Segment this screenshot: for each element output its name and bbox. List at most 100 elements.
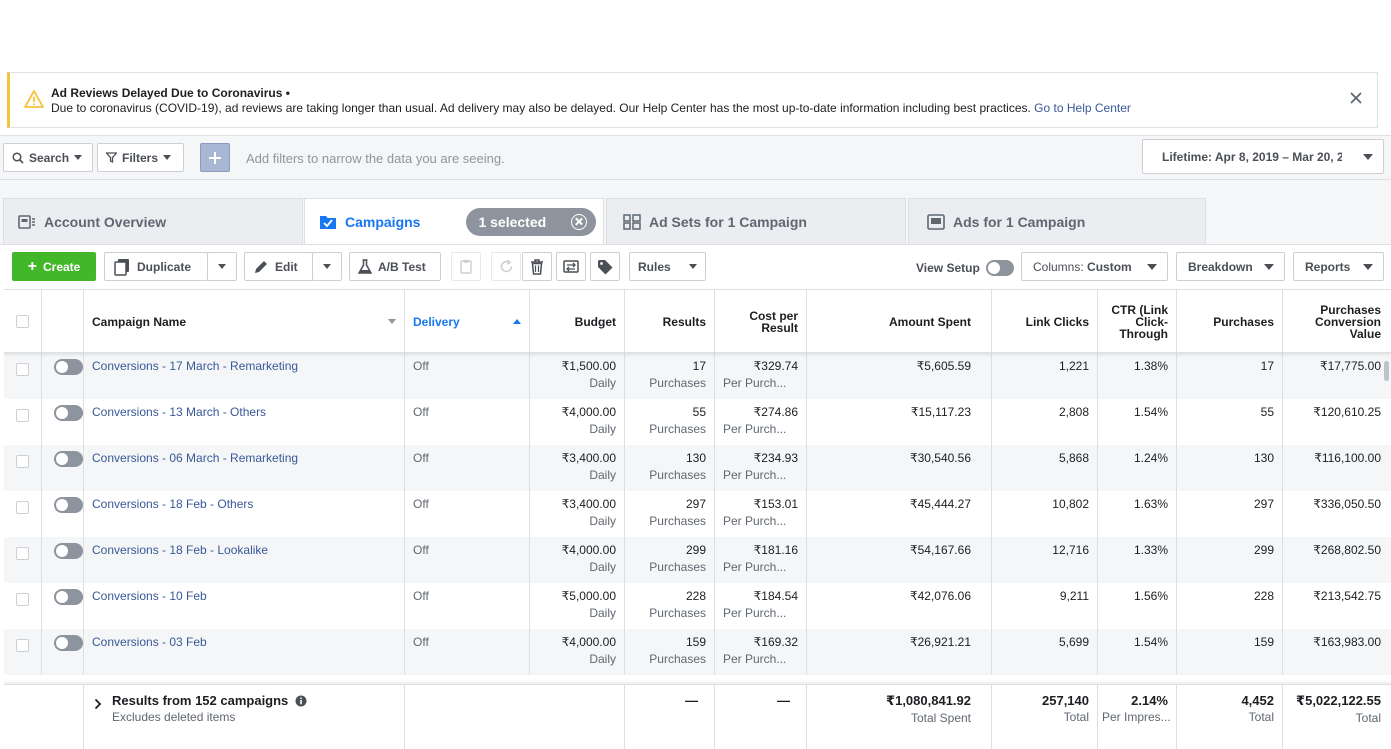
edit-dropdown[interactable] [312,252,342,281]
footer-ctr: 2.14% Per Impres... [1098,685,1177,749]
view-setup-toggle[interactable] [985,260,1014,276]
campaign-on-off-toggle[interactable] [54,451,83,467]
col-results[interactable]: Results [625,290,715,353]
col-campaign-name[interactable]: Campaign Name [84,290,405,353]
budget-value: ₹4,000.00 [561,635,616,649]
search-label: Search [29,150,70,165]
value-value: ₹268,802.50 [1313,543,1381,557]
col-budget[interactable]: Budget [530,290,625,353]
campaign-on-off-toggle[interactable] [54,497,83,513]
tab-ad-sets[interactable]: Ad Sets for 1 Campaign [606,198,906,244]
campaign-name-link[interactable]: Conversions - 18 Feb - Others [92,497,396,511]
refresh-button[interactable] [491,252,521,281]
results-cell: 228 Purchases [625,583,715,629]
paste-button[interactable] [451,252,481,281]
col-ctr[interactable]: CTR (Link Click-Through [1098,290,1177,353]
campaign-on-off-toggle[interactable] [54,359,83,375]
table-row[interactable]: Conversions - 17 March - Remarketing Off ₹… [4,353,1391,399]
table-row[interactable]: Conversions - 18 Feb - Lookalike Off ₹4,00… [4,537,1391,583]
duplicate-button[interactable]: Duplicate [104,252,208,281]
campaign-name-link[interactable]: Conversions - 18 Feb - Lookalike [92,543,396,557]
help-center-link[interactable]: Go to Help Center [1034,101,1131,115]
move-button[interactable] [556,252,586,281]
table-row[interactable]: Conversions - 03 Feb Off ₹4,000.00 Daily 159… [4,629,1391,675]
duplicate-label: Duplicate [137,259,192,274]
purchases-cell: 159 [1177,629,1283,675]
date-range-picker[interactable]: Lifetime: Apr 8, 2019 – Mar 20, 2 [1142,139,1384,174]
row-checkbox[interactable] [16,547,29,560]
row-checkbox[interactable] [16,363,29,376]
delivery-cell: Off [405,583,530,629]
col-cost-per-result[interactable]: Cost per Result [715,290,807,353]
row-checkbox[interactable] [16,639,29,652]
delivery-status: Off [413,497,429,511]
campaign-name-link[interactable]: Conversions - 06 March - Remarketing [92,451,396,465]
chevron-right-icon[interactable] [94,698,102,710]
value-value: ₹120,610.25 [1313,405,1381,419]
add-filter-button[interactable] [200,143,230,172]
campaign-name-link[interactable]: Conversions - 10 Feb [92,589,396,603]
filter-bar: Search Filters Add filters to narrow the… [0,135,1391,180]
spent-value: ₹5,605.59 [916,359,971,373]
col-amount-spent[interactable]: Amount Spent [807,290,992,353]
budget_type-label: Daily [589,376,616,390]
campaign-on-off-toggle[interactable] [54,589,83,605]
selected-count-pill[interactable]: 1 selected [466,207,597,236]
tab-ads[interactable]: Ads for 1 Campaign [908,198,1206,244]
campaign-on-off-toggle[interactable] [54,635,83,651]
clear-selection-icon[interactable] [571,213,588,230]
create-button[interactable]: + Create [12,252,96,281]
campaign-on-off-toggle[interactable] [54,405,83,421]
col-purchases-value[interactable]: Purchases Conversion Value [1283,290,1389,353]
spent-value: ₹54,167.66 [909,543,971,557]
duplicate-dropdown[interactable] [207,252,237,281]
tag-button[interactable] [590,252,620,281]
select-all-checkbox[interactable] [16,315,29,328]
row-checkbox[interactable] [16,593,29,606]
breakdown-button[interactable]: Breakdown [1176,252,1285,281]
ctr-value: 1.56% [1133,589,1168,603]
table-row[interactable]: Conversions - 10 Feb Off ₹5,000.00 Daily 228… [4,583,1391,629]
col-link-clicks[interactable]: Link Clicks [992,290,1098,353]
col-purchases[interactable]: Purchases [1177,290,1283,353]
table-row[interactable]: Conversions - 06 March - Remarketing Off ₹… [4,445,1391,491]
info-icon[interactable] [295,695,307,707]
footer-spent-value: ₹1,080,841.92 [886,693,971,708]
row-checkbox[interactable] [16,409,29,422]
col-delivery[interactable]: Delivery [405,290,530,353]
purchases-value: 17 [1260,359,1274,373]
cpr-cell: ₹274.86 Per Purch... [715,399,807,445]
tab-campaigns[interactable]: Campaigns 1 selected [304,198,604,244]
close-icon[interactable] [1349,91,1363,105]
view-setup: View Setup [916,260,1014,276]
filters-button[interactable]: Filters [97,143,184,172]
toggle-column-header [42,290,84,353]
tab-account-overview[interactable]: Account Overview [3,198,303,244]
rules-button[interactable]: Rules [629,252,706,281]
columns-prefix: Columns: [1033,259,1084,274]
delete-button[interactable] [522,252,552,281]
clicks-value: 12,716 [1052,543,1089,557]
ctr-cell: 1.54% [1098,629,1177,675]
edit-button[interactable]: Edit [244,252,313,281]
delivery-status: Off [413,589,429,603]
columns-button[interactable]: Columns: Custom [1021,252,1168,281]
campaign-on-off-toggle[interactable] [54,543,83,559]
reports-button[interactable]: Reports [1293,252,1384,281]
ab-test-button[interactable]: A/B Test [349,252,441,281]
clicks-cell: 5,699 [992,629,1098,675]
footer-value-total: ₹5,022,122.55 [1296,693,1381,708]
purchases-value: 299 [1253,543,1274,557]
row-checkbox[interactable] [16,501,29,514]
campaign-name-link[interactable]: Conversions - 03 Feb [92,635,396,649]
clicks-cell: 10,802 [992,491,1098,537]
search-button[interactable]: Search [3,143,93,172]
ctr-cell: 1.24% [1098,445,1177,491]
row-checkbox[interactable] [16,455,29,468]
chevron-down-icon [1363,153,1373,160]
table-row[interactable]: Conversions - 13 March - Others Off ₹4,000… [4,399,1391,445]
table-row[interactable]: Conversions - 18 Feb - Others Off ₹3,400.0… [4,491,1391,537]
campaign-name-link[interactable]: Conversions - 17 March - Remarketing [92,359,396,373]
table-scrollbar[interactable] [1384,361,1389,381]
campaign-name-link[interactable]: Conversions - 13 March - Others [92,405,396,419]
